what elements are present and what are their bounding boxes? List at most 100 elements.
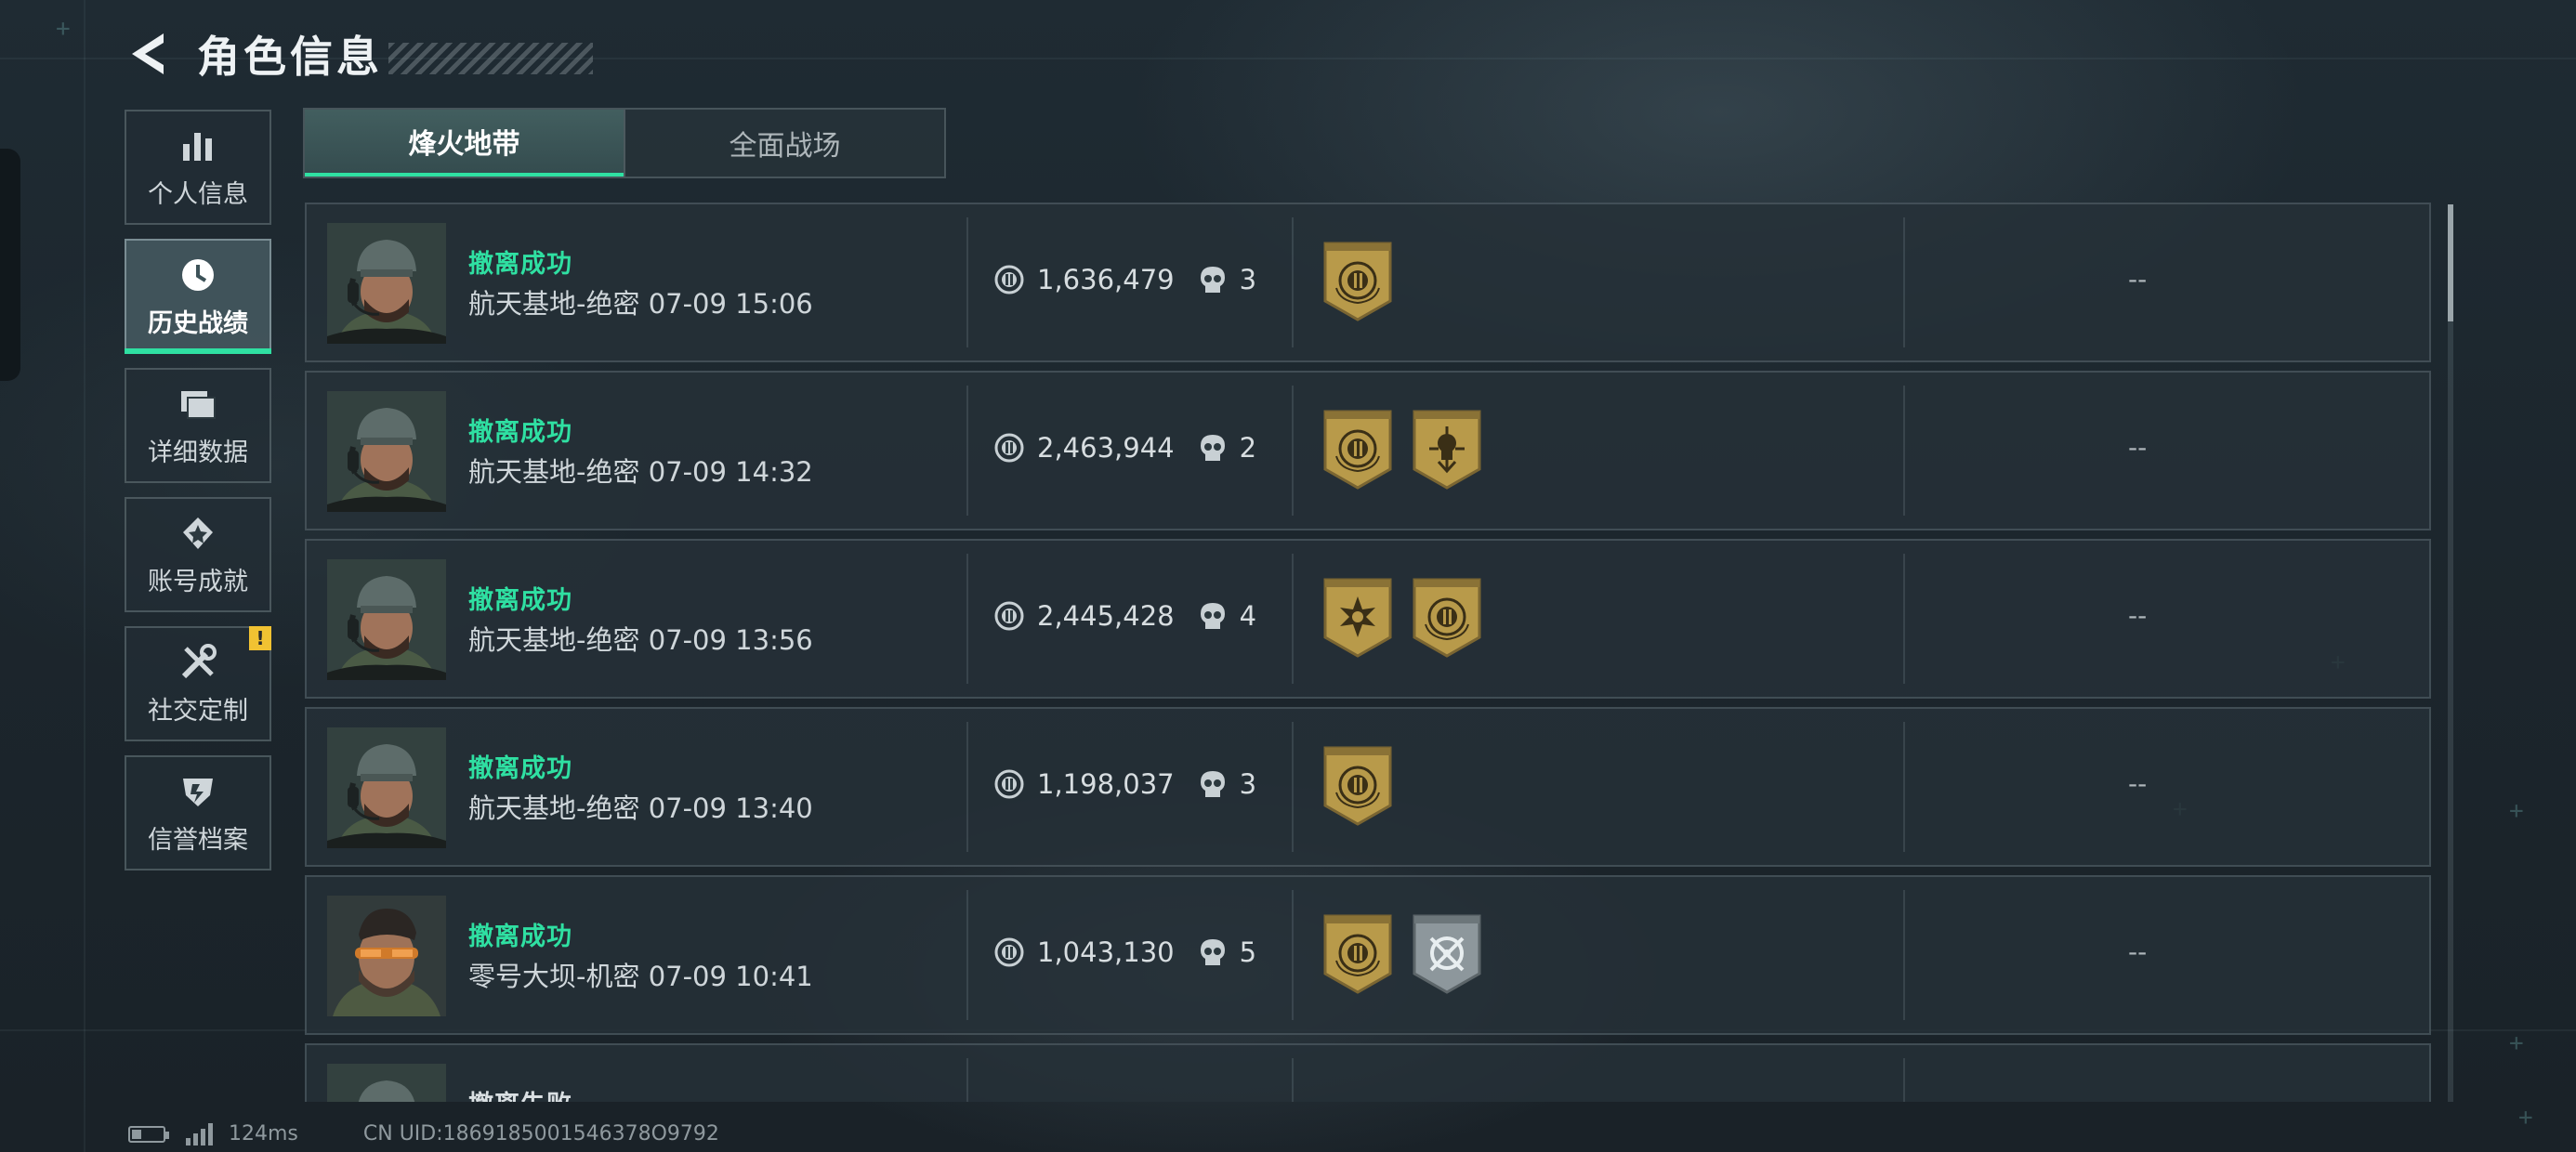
- match-stats: 2,445,428 4: [994, 600, 1256, 632]
- sidebar-item-achievements[interactable]: 账号成就: [125, 497, 271, 612]
- match-row[interactable]: 撤离成功 航天基地-绝密 07-09 13:56 2,445,428 4 --: [305, 539, 2431, 699]
- title-decoration: [388, 43, 593, 74]
- tab-full-battlefield[interactable]: 全面战场: [624, 110, 944, 177]
- column-divider: [1292, 1058, 1294, 1102]
- match-map: 航天基地-绝密: [468, 624, 640, 656]
- match-result: 撤离失败: [468, 1084, 572, 1102]
- match-value: 1,198,037: [1037, 768, 1175, 800]
- clock-icon: [177, 255, 218, 295]
- column-divider: [1903, 1058, 1905, 1102]
- coin-icon: [994, 769, 1024, 799]
- status-bar: 124ms CN UID:1869185001546378O9792: [128, 1122, 719, 1145]
- operator-avatar: [327, 1064, 446, 1102]
- tab-extraction-zone[interactable]: 烽火地带: [305, 110, 624, 177]
- bg-plus-mark: +: [2518, 1104, 2533, 1132]
- sidebar-item-reputation[interactable]: 信誉档案: [125, 755, 271, 871]
- column-divider: [1903, 386, 1905, 516]
- operator-avatar: [327, 727, 446, 848]
- match-map: 航天基地-绝密: [468, 456, 640, 488]
- bar-chart-icon: [177, 125, 218, 166]
- bg-plus-mark: +: [2509, 1029, 2524, 1057]
- match-time: 07-09 13:40: [648, 792, 813, 824]
- shield-icon: [177, 771, 218, 812]
- medal-list: [1321, 914, 1500, 994]
- warning-badge: !: [249, 626, 271, 650]
- scrollbar-thumb[interactable]: [2448, 204, 2453, 321]
- column-divider: [1292, 722, 1294, 852]
- match-value: 1,043,130: [1037, 936, 1175, 968]
- match-kills: 4: [1239, 600, 1257, 632]
- match-value: 1,636,479: [1037, 264, 1175, 295]
- gold-emblem-medal-icon[interactable]: [1321, 914, 1394, 994]
- back-button[interactable]: [121, 17, 177, 91]
- coin-icon: [994, 601, 1024, 631]
- coin-icon: [994, 433, 1024, 463]
- sidebar-item-social[interactable]: 社交定制 !: [125, 626, 271, 741]
- match-history-list[interactable]: 撤离成功 航天基地-绝密 07-09 15:06 1,636,479 3 -- …: [305, 203, 2431, 1102]
- match-map: 航天基地-绝密: [468, 792, 640, 824]
- achievement-icon: [177, 513, 218, 554]
- match-map-time: 航天基地-绝密 07-09 15:06: [468, 282, 813, 321]
- match-value: 2,445,428: [1037, 600, 1175, 632]
- medal-list: [1321, 746, 1411, 826]
- match-stats: 1,636,479 3: [994, 264, 1256, 295]
- silver-crosshair-medal-icon[interactable]: [1411, 914, 1483, 994]
- folders-icon: [177, 384, 218, 425]
- sidebar-item-personal-info[interactable]: 个人信息: [125, 110, 271, 225]
- column-divider: [1292, 217, 1294, 347]
- match-stats: 1,043,130 5: [994, 936, 1256, 968]
- gold-emblem-medal-icon[interactable]: [1321, 410, 1394, 490]
- operator-avatar: [327, 559, 446, 680]
- operator-avatar: [327, 896, 446, 1016]
- gold-star-medal-icon[interactable]: [1321, 578, 1394, 658]
- bg-grid-line: [84, 0, 85, 1152]
- match-kills: 3: [1239, 768, 1257, 800]
- match-row[interactable]: 撤离成功 零号大坝-机密 07-09 10:41 1,043,130 5 --: [305, 875, 2431, 1035]
- medal-list: [1321, 410, 1500, 490]
- sidebar-item-label: 信誉档案: [148, 825, 248, 855]
- gold-emblem-medal-icon[interactable]: [1321, 242, 1394, 321]
- column-divider: [1292, 386, 1294, 516]
- column-divider: [1903, 722, 1905, 852]
- battery-icon: [128, 1125, 169, 1143]
- match-row[interactable]: 撤离成功 航天基地-绝密 07-09 14:32 2,463,944 2 --: [305, 371, 2431, 530]
- match-result: 撤离成功: [468, 418, 572, 447]
- match-map-time: 零号大坝-机密 07-09 10:41: [468, 955, 813, 994]
- match-map: 零号大坝-机密: [468, 961, 640, 992]
- match-extra: --: [2128, 264, 2148, 295]
- match-result: 撤离成功: [468, 754, 572, 783]
- match-stats: 1,198,037 3: [994, 768, 1256, 800]
- column-divider: [966, 1058, 968, 1102]
- gold-emblem-medal-icon[interactable]: [1411, 578, 1483, 658]
- column-divider: [966, 217, 968, 347]
- skull-icon: [1200, 267, 1225, 293]
- sidebar-item-match-history[interactable]: 历史战绩: [125, 239, 271, 354]
- match-time: 07-09 13:56: [648, 624, 813, 656]
- gold-emblem-medal-icon[interactable]: [1321, 746, 1394, 826]
- bg-plus-mark: +: [56, 15, 71, 43]
- match-map: 航天基地-绝密: [468, 288, 640, 320]
- match-row[interactable]: 撤离成功 航天基地-绝密 07-09 13:40 1,198,037 3 --: [305, 707, 2431, 867]
- operator-avatar: [327, 223, 446, 344]
- match-extra: --: [2128, 768, 2148, 799]
- match-result: 撤离成功: [468, 586, 572, 615]
- list-scrollbar[interactable]: [2448, 204, 2453, 1102]
- match-map-time: 航天基地-绝密 07-09 14:32: [468, 451, 813, 490]
- match-row[interactable]: 撤离失败: [305, 1043, 2431, 1102]
- match-row[interactable]: 撤离成功 航天基地-绝密 07-09 15:06 1,636,479 3 --: [305, 203, 2431, 362]
- gold-skull-medal-icon[interactable]: [1411, 410, 1483, 490]
- match-time: 07-09 10:41: [648, 961, 813, 992]
- coin-icon: [994, 937, 1024, 967]
- coin-icon: [994, 265, 1024, 295]
- match-result: 撤离成功: [468, 250, 572, 279]
- match-value: 2,463,944: [1037, 432, 1175, 464]
- match-kills: 2: [1239, 432, 1257, 464]
- column-divider: [1903, 890, 1905, 1020]
- edge-handle[interactable]: [0, 149, 20, 381]
- medal-list: [1321, 242, 1411, 321]
- tools-icon: [177, 642, 218, 683]
- sidebar-item-label: 历史战绩: [148, 308, 248, 338]
- ping-value: 124ms: [229, 1122, 298, 1145]
- match-stats: 2,463,944 2: [994, 432, 1256, 464]
- sidebar-item-detailed-data[interactable]: 详细数据: [125, 368, 271, 483]
